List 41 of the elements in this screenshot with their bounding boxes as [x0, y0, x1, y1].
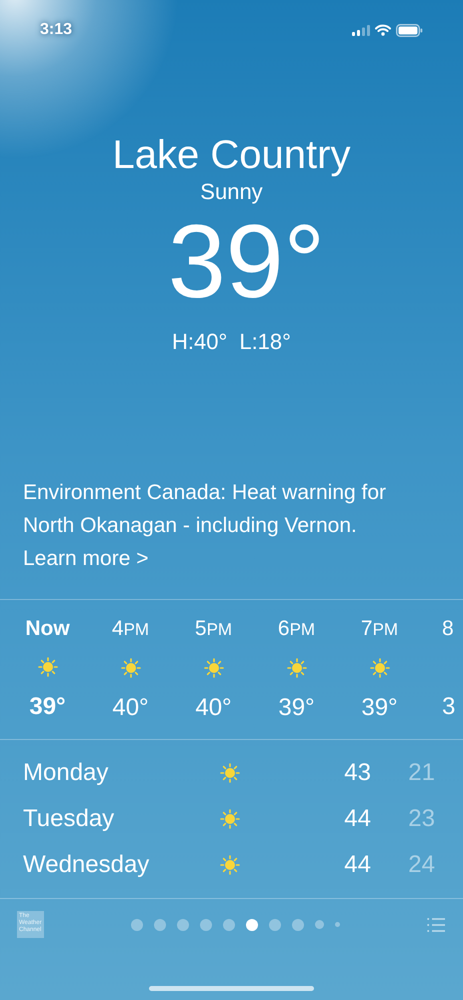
- sun-icon: [286, 657, 308, 679]
- list-icon[interactable]: [427, 918, 446, 932]
- sun-icon: [120, 657, 142, 679]
- day-low: 21: [407, 758, 435, 788]
- wifi-icon: [375, 24, 391, 36]
- hour-temperature: 39°: [29, 692, 66, 722]
- hour-label: 6PM: [278, 616, 316, 642]
- high-temperature: H:40°: [172, 328, 228, 356]
- day-name: Tuesday: [23, 804, 116, 834]
- day-low: 23: [407, 804, 435, 834]
- hour-label: 8: [442, 616, 454, 642]
- day-low: 24: [407, 850, 435, 880]
- hour-label: 5PM: [194, 616, 232, 642]
- sun-icon: [368, 657, 390, 679]
- sun-icon: [219, 854, 241, 876]
- day-high: 44: [343, 804, 371, 834]
- low-temperature: L:18°: [239, 328, 291, 356]
- day-high: 44: [343, 850, 371, 880]
- hour-temperature: 3: [442, 692, 456, 722]
- hour-label: 7PM: [360, 616, 398, 642]
- hour-temperature: 39°: [361, 693, 398, 723]
- sun-icon: [202, 657, 224, 679]
- hour-temperature: 40°: [112, 693, 149, 723]
- day-name: Monday: [23, 758, 110, 788]
- battery-icon: [396, 24, 423, 36]
- sun-icon: [219, 762, 241, 784]
- hour-temperature: 40°: [195, 693, 232, 723]
- day-name: Wednesday: [23, 850, 150, 880]
- status-time: 3:13: [40, 20, 72, 40]
- hour-temperature: 39°: [278, 693, 315, 723]
- learn-more-link[interactable]: Learn more >: [23, 547, 148, 570]
- sun-icon: [36, 656, 58, 678]
- location-name: Lake Country: [112, 132, 350, 178]
- hour-label: 4PM: [112, 616, 150, 642]
- signal-icon: [352, 24, 370, 36]
- condition-text: Sunny: [200, 178, 263, 206]
- current-temperature: 39°: [166, 206, 326, 318]
- hour-label: Now: [25, 616, 70, 642]
- alert-text: Environment Canada: Heat warning for North Okanagan - including Vernon. Learn more >: [23, 480, 388, 572]
- sun-icon: [219, 808, 241, 830]
- day-high: 43: [343, 758, 371, 788]
